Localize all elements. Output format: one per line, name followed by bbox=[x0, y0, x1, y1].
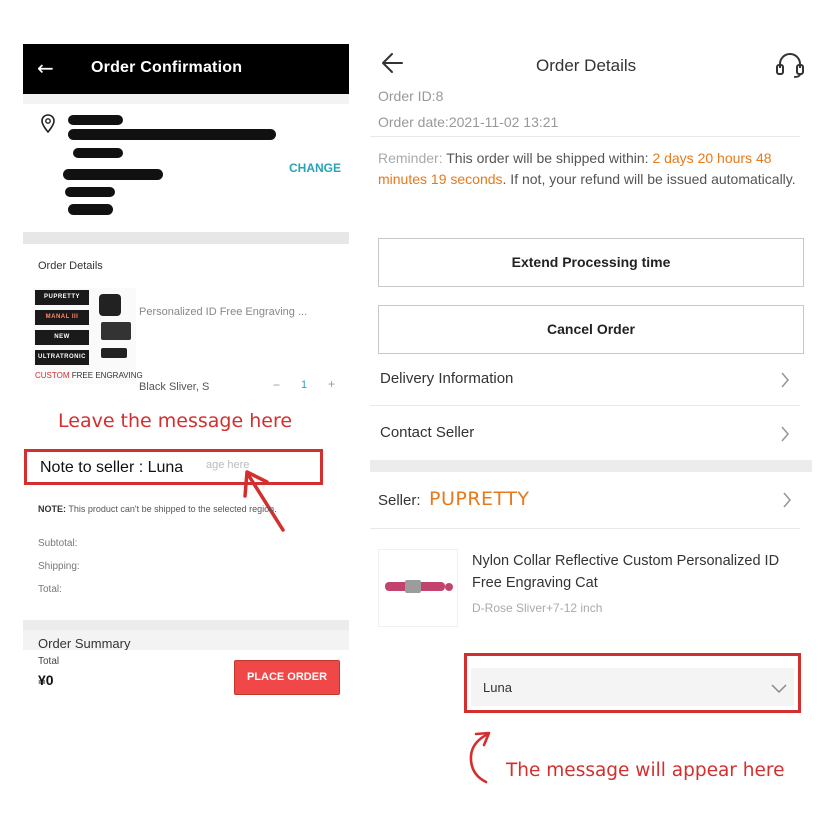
section-divider bbox=[23, 620, 349, 630]
subtotal-label: Subtotal: bbox=[38, 538, 78, 549]
shipping-notice: NOTE: This product can't be shipped to t… bbox=[38, 504, 277, 514]
quantity-decrease-button[interactable]: − bbox=[273, 378, 280, 392]
divider bbox=[370, 528, 800, 529]
product-image[interactable] bbox=[378, 549, 458, 627]
order-id: Order ID:8 bbox=[378, 88, 444, 104]
product-thumbnail[interactable]: PUPRETTY MANAL III NEW ULTRATRONIC CUSTO… bbox=[33, 288, 143, 384]
chevron-right-icon bbox=[781, 372, 790, 388]
shipping-label: Shipping: bbox=[38, 561, 80, 572]
total-label: Total: bbox=[38, 584, 62, 595]
redacted-address-line bbox=[65, 187, 115, 197]
note-to-seller-text: Note to seller : Luna bbox=[40, 459, 184, 476]
checkout-footer: Total ¥0 PLACE ORDER bbox=[23, 650, 349, 712]
thumbnail-tag: MANAL III bbox=[35, 310, 89, 325]
contact-seller-row[interactable]: Contact Seller bbox=[370, 408, 810, 460]
quantity-value: 1 bbox=[301, 379, 308, 391]
thumbnail-tag: ULTRATRONIC bbox=[35, 350, 89, 365]
redacted-name bbox=[68, 115, 123, 125]
divider bbox=[370, 405, 800, 406]
app-header: ← Order Confirmation bbox=[23, 44, 349, 94]
chevron-right-icon[interactable] bbox=[782, 492, 792, 508]
arrow-left-icon[interactable]: ← bbox=[37, 57, 54, 79]
footer-total-value: ¥0 bbox=[38, 672, 54, 688]
comparison-canvas: ← Order Confirmation CHANGE Order Detail… bbox=[0, 0, 824, 824]
collar-image bbox=[101, 348, 127, 358]
collar-image bbox=[101, 322, 131, 340]
product-name[interactable]: Nylon Collar Reflective Custom Personali… bbox=[472, 550, 802, 594]
location-pin-icon bbox=[41, 114, 55, 134]
page-title: Order Details bbox=[536, 56, 637, 75]
redacted-address-line bbox=[73, 148, 123, 158]
cancel-order-button[interactable]: Cancel Order bbox=[378, 305, 804, 354]
shipping-reminder: Reminder: This order will be shipped wit… bbox=[378, 150, 796, 187]
buyer-message-text: Luna bbox=[483, 680, 512, 695]
arrow-left-icon[interactable] bbox=[380, 50, 406, 76]
annotation-arrow-icon bbox=[243, 470, 285, 532]
annotation-leave-message: Leave the message here bbox=[58, 410, 293, 432]
headset-icon[interactable] bbox=[775, 52, 805, 78]
section-divider bbox=[370, 460, 812, 472]
buyer-message-highlight: Luna bbox=[464, 653, 801, 713]
page-title: Order Confirmation bbox=[91, 59, 243, 76]
change-address-link[interactable]: CHANGE bbox=[289, 161, 341, 175]
order-details-screen: Order Details Order ID:8 Order date:2021… bbox=[370, 44, 812, 644]
annotation-curved-arrow-icon bbox=[469, 731, 491, 784]
redacted-address-line bbox=[68, 129, 276, 140]
order-date: Order date:2021-11-02 13:21 bbox=[378, 114, 559, 130]
chevron-right-icon bbox=[781, 426, 790, 442]
thumbnail-caption: CUSTOM FREE ENGRAVING bbox=[35, 371, 143, 380]
shipping-address-card[interactable]: CHANGE bbox=[23, 104, 349, 232]
thumbnail-tag: NEW bbox=[35, 330, 89, 345]
order-confirmation-screen: ← Order Confirmation CHANGE Order Detail… bbox=[23, 44, 349, 712]
place-order-button[interactable]: PLACE ORDER bbox=[234, 660, 340, 695]
product-variant: Black Sliver, S bbox=[139, 381, 210, 393]
thumbnail-tag: PUPRETTY bbox=[35, 290, 89, 305]
seller-label: Seller: bbox=[378, 492, 421, 509]
annotation-message-appear: The message will appear here bbox=[506, 760, 785, 781]
collar-image bbox=[99, 294, 121, 316]
row-label: Contact Seller bbox=[380, 424, 475, 441]
collar-icon bbox=[385, 580, 453, 593]
order-details-section: Order Details PUPRETTY MANAL III NEW ULT… bbox=[23, 244, 349, 620]
quantity-increase-button[interactable]: + bbox=[328, 377, 335, 391]
section-title: Order Details bbox=[38, 260, 103, 272]
redacted-address-line bbox=[68, 204, 113, 215]
delivery-information-row[interactable]: Delivery Information bbox=[370, 354, 810, 406]
product-name[interactable]: Personalized ID Free Engraving ... bbox=[139, 306, 307, 318]
footer-total-label: Total bbox=[38, 656, 60, 667]
chevron-down-icon bbox=[771, 684, 787, 694]
order-summary-title: Order Summary bbox=[38, 636, 131, 651]
redacted-address-line bbox=[63, 169, 163, 180]
buyer-message-dropdown[interactable]: Luna bbox=[471, 668, 794, 706]
divider bbox=[370, 136, 800, 137]
product-variant: D-Rose Sliver+7-12 inch bbox=[472, 601, 603, 615]
seller-name[interactable]: PUPRETTY bbox=[429, 488, 530, 510]
row-label: Delivery Information bbox=[380, 370, 514, 387]
section-divider bbox=[23, 232, 349, 244]
extend-processing-button[interactable]: Extend Processing time bbox=[378, 238, 804, 287]
